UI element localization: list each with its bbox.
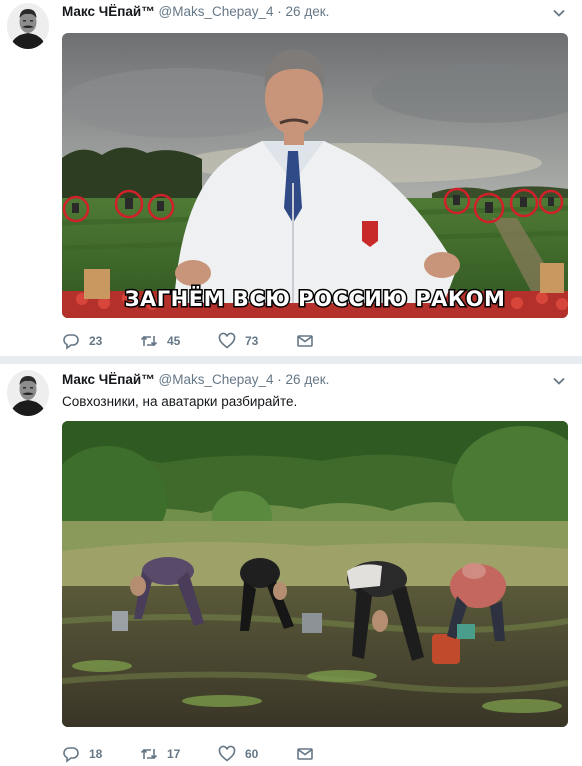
heart-icon xyxy=(218,745,236,762)
chevron-down-icon[interactable] xyxy=(552,6,566,20)
separator-dot: · xyxy=(277,372,282,387)
reply-icon xyxy=(63,747,79,763)
tweet-image[interactable] xyxy=(62,421,568,727)
author-handle[interactable]: @Maks_Chepay_4 xyxy=(159,372,274,387)
envelope-icon xyxy=(297,335,313,347)
message-button[interactable] xyxy=(296,745,374,763)
tweet-actions: 18 17 60 xyxy=(62,744,374,764)
tweet-text: Совхозники, на аватарки разбирайте. xyxy=(62,394,298,409)
envelope-icon xyxy=(297,748,313,760)
like-count: 60 xyxy=(245,747,259,761)
avatar[interactable] xyxy=(7,3,49,49)
retweet-icon xyxy=(140,748,158,760)
message-button[interactable] xyxy=(296,332,374,350)
reply-count: 18 xyxy=(89,747,103,761)
tweet-header: Макс ЧЁпай™ @Maks_Chepay_4 · 26 дек. xyxy=(62,4,562,19)
reply-count: 23 xyxy=(89,334,103,348)
avatar[interactable] xyxy=(7,370,49,416)
separator-dot: · xyxy=(277,4,282,19)
tweet-card[interactable]: Макс ЧЁпай™ @Maks_Chepay_4 · 26 дек. ЗАГ… xyxy=(0,0,582,356)
reply-button[interactable]: 23 xyxy=(62,332,140,350)
retweet-count: 17 xyxy=(167,747,181,761)
retweet-button[interactable]: 17 xyxy=(140,745,218,763)
like-button[interactable]: 60 xyxy=(218,745,296,763)
chevron-down-icon[interactable] xyxy=(552,374,566,388)
tweet-header: Макс ЧЁпай™ @Maks_Chepay_4 · 26 дек. xyxy=(62,372,562,387)
tweet-date[interactable]: 26 дек. xyxy=(286,4,330,19)
retweet-button[interactable]: 45 xyxy=(140,332,218,350)
author-handle[interactable]: @Maks_Chepay_4 xyxy=(159,4,274,19)
tweet-image[interactable]: ЗАГНЁМ ВСЮ РОССИЮ РАКОМ xyxy=(62,33,568,318)
like-count: 73 xyxy=(245,334,259,348)
author-name[interactable]: Макс ЧЁпай™ xyxy=(62,372,155,387)
heart-icon xyxy=(218,332,236,349)
reply-icon xyxy=(63,334,79,350)
retweet-count: 45 xyxy=(167,334,181,348)
image-caption: ЗАГНЁМ ВСЮ РОССИЮ РАКОМ xyxy=(125,286,506,311)
tweet-card[interactable]: Макс ЧЁпай™ @Maks_Chepay_4 · 26 дек. Сов… xyxy=(0,364,582,766)
retweet-icon xyxy=(140,335,158,347)
reply-button[interactable]: 18 xyxy=(62,745,140,763)
tweet-date[interactable]: 26 дек. xyxy=(286,372,330,387)
tweet-actions: 23 45 73 xyxy=(62,331,374,351)
author-name[interactable]: Макс ЧЁпай™ xyxy=(62,4,155,19)
like-button[interactable]: 73 xyxy=(218,332,296,350)
